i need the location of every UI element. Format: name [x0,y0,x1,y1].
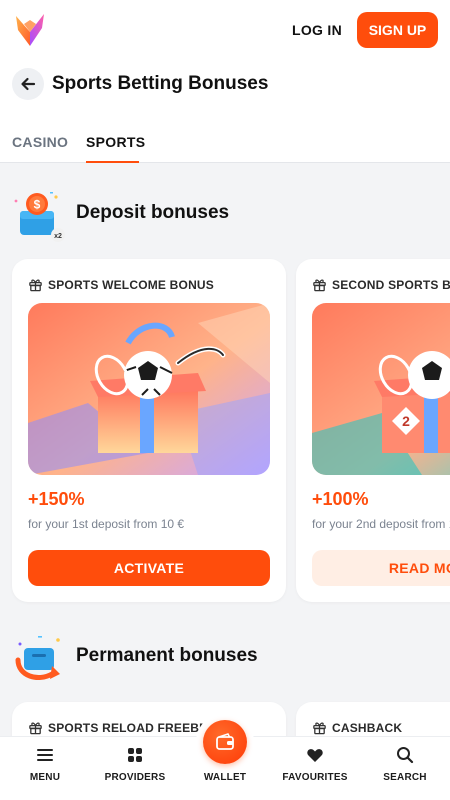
permanent-section-title: Permanent bonuses [76,645,258,666]
nav-search[interactable]: SEARCH [360,737,450,800]
card-label-text: CASHBACK [332,720,403,735]
deposit-section-title: Deposit bonuses [76,202,230,223]
svg-text:2: 2 [402,413,410,429]
bonus-card-cashback[interactable]: CASHBACK [296,702,450,736]
menu-icon [37,749,53,761]
arrow-left-icon [21,77,36,91]
gift-icon [313,722,326,735]
login-link[interactable]: LOG IN [292,22,342,38]
providers-icon [128,748,142,762]
gift-icon [313,279,326,292]
top-header: LOG IN SIGN UP [0,0,450,60]
nav-providers[interactable]: PROVIDERS [90,737,180,800]
card-label-text: SPORTS RELOAD FREEBET [48,720,215,735]
bonus-content: $ x2 Deposit bonuses SPORTS WELCOME BONU… [0,163,450,736]
card-label: SECOND SPORTS BONUS [312,277,450,292]
gift-icon [29,279,42,292]
wallet-button[interactable] [203,720,247,764]
gift-icon [29,722,42,735]
card-label: SPORTS WELCOME BONUS [28,277,214,292]
bonus-amount: +150% [28,489,85,509]
tab-sports[interactable]: SPORTS [86,134,145,150]
nav-search-label: SEARCH [383,772,427,783]
card-label: SPORTS RELOAD FREEBET [28,720,215,735]
activate-button[interactable]: ACTIVATE [28,550,270,586]
welcome-bonus-image [28,303,270,475]
card-label: CASHBACK [312,720,402,735]
svg-text:$: $ [34,198,41,212]
card-label-text: SECOND SPORTS BONUS [332,277,450,292]
nav-favourites[interactable]: FAVOURITES [270,737,360,800]
nav-providers-label: PROVIDERS [104,772,166,783]
heart-icon [307,749,323,762]
second-bonus-image: 2 [312,303,450,475]
nav-wallet-label: WALLET [203,772,247,783]
bonus-amount: +100% [312,489,369,509]
nav-menu[interactable]: MENU [0,737,90,800]
card-label-text: SPORTS WELCOME BONUS [48,277,215,292]
deposit-coin-icon: $ x2 [14,192,65,242]
read-more-button[interactable]: READ MORE [312,550,450,586]
signup-button[interactable]: SIGN UP [357,12,438,48]
permanent-bonus-icon [15,636,60,680]
nav-favourites-label: FAVOURITES [282,772,348,783]
category-tabs: CASINO SPORTS [0,126,450,163]
back-button[interactable] [12,68,44,100]
nav-menu-label: MENU [29,772,61,783]
bonus-card-welcome[interactable]: SPORTS WELCOME BONUS +150% for your 1st … [12,259,286,602]
tab-casino[interactable]: CASINO [12,134,68,150]
wallet-icon [216,733,234,750]
search-icon [397,747,414,764]
bonus-card-second[interactable]: SECOND SPORTS BONUS 2 [296,259,450,602]
brand-logo[interactable] [14,12,46,48]
bonus-description: for your 1st deposit from 10 € [28,517,185,531]
bonus-description: for your 2nd deposit from 10 € [312,517,450,531]
page-title: Sports Betting Bonuses [52,73,269,94]
svg-text:x2: x2 [54,233,62,240]
